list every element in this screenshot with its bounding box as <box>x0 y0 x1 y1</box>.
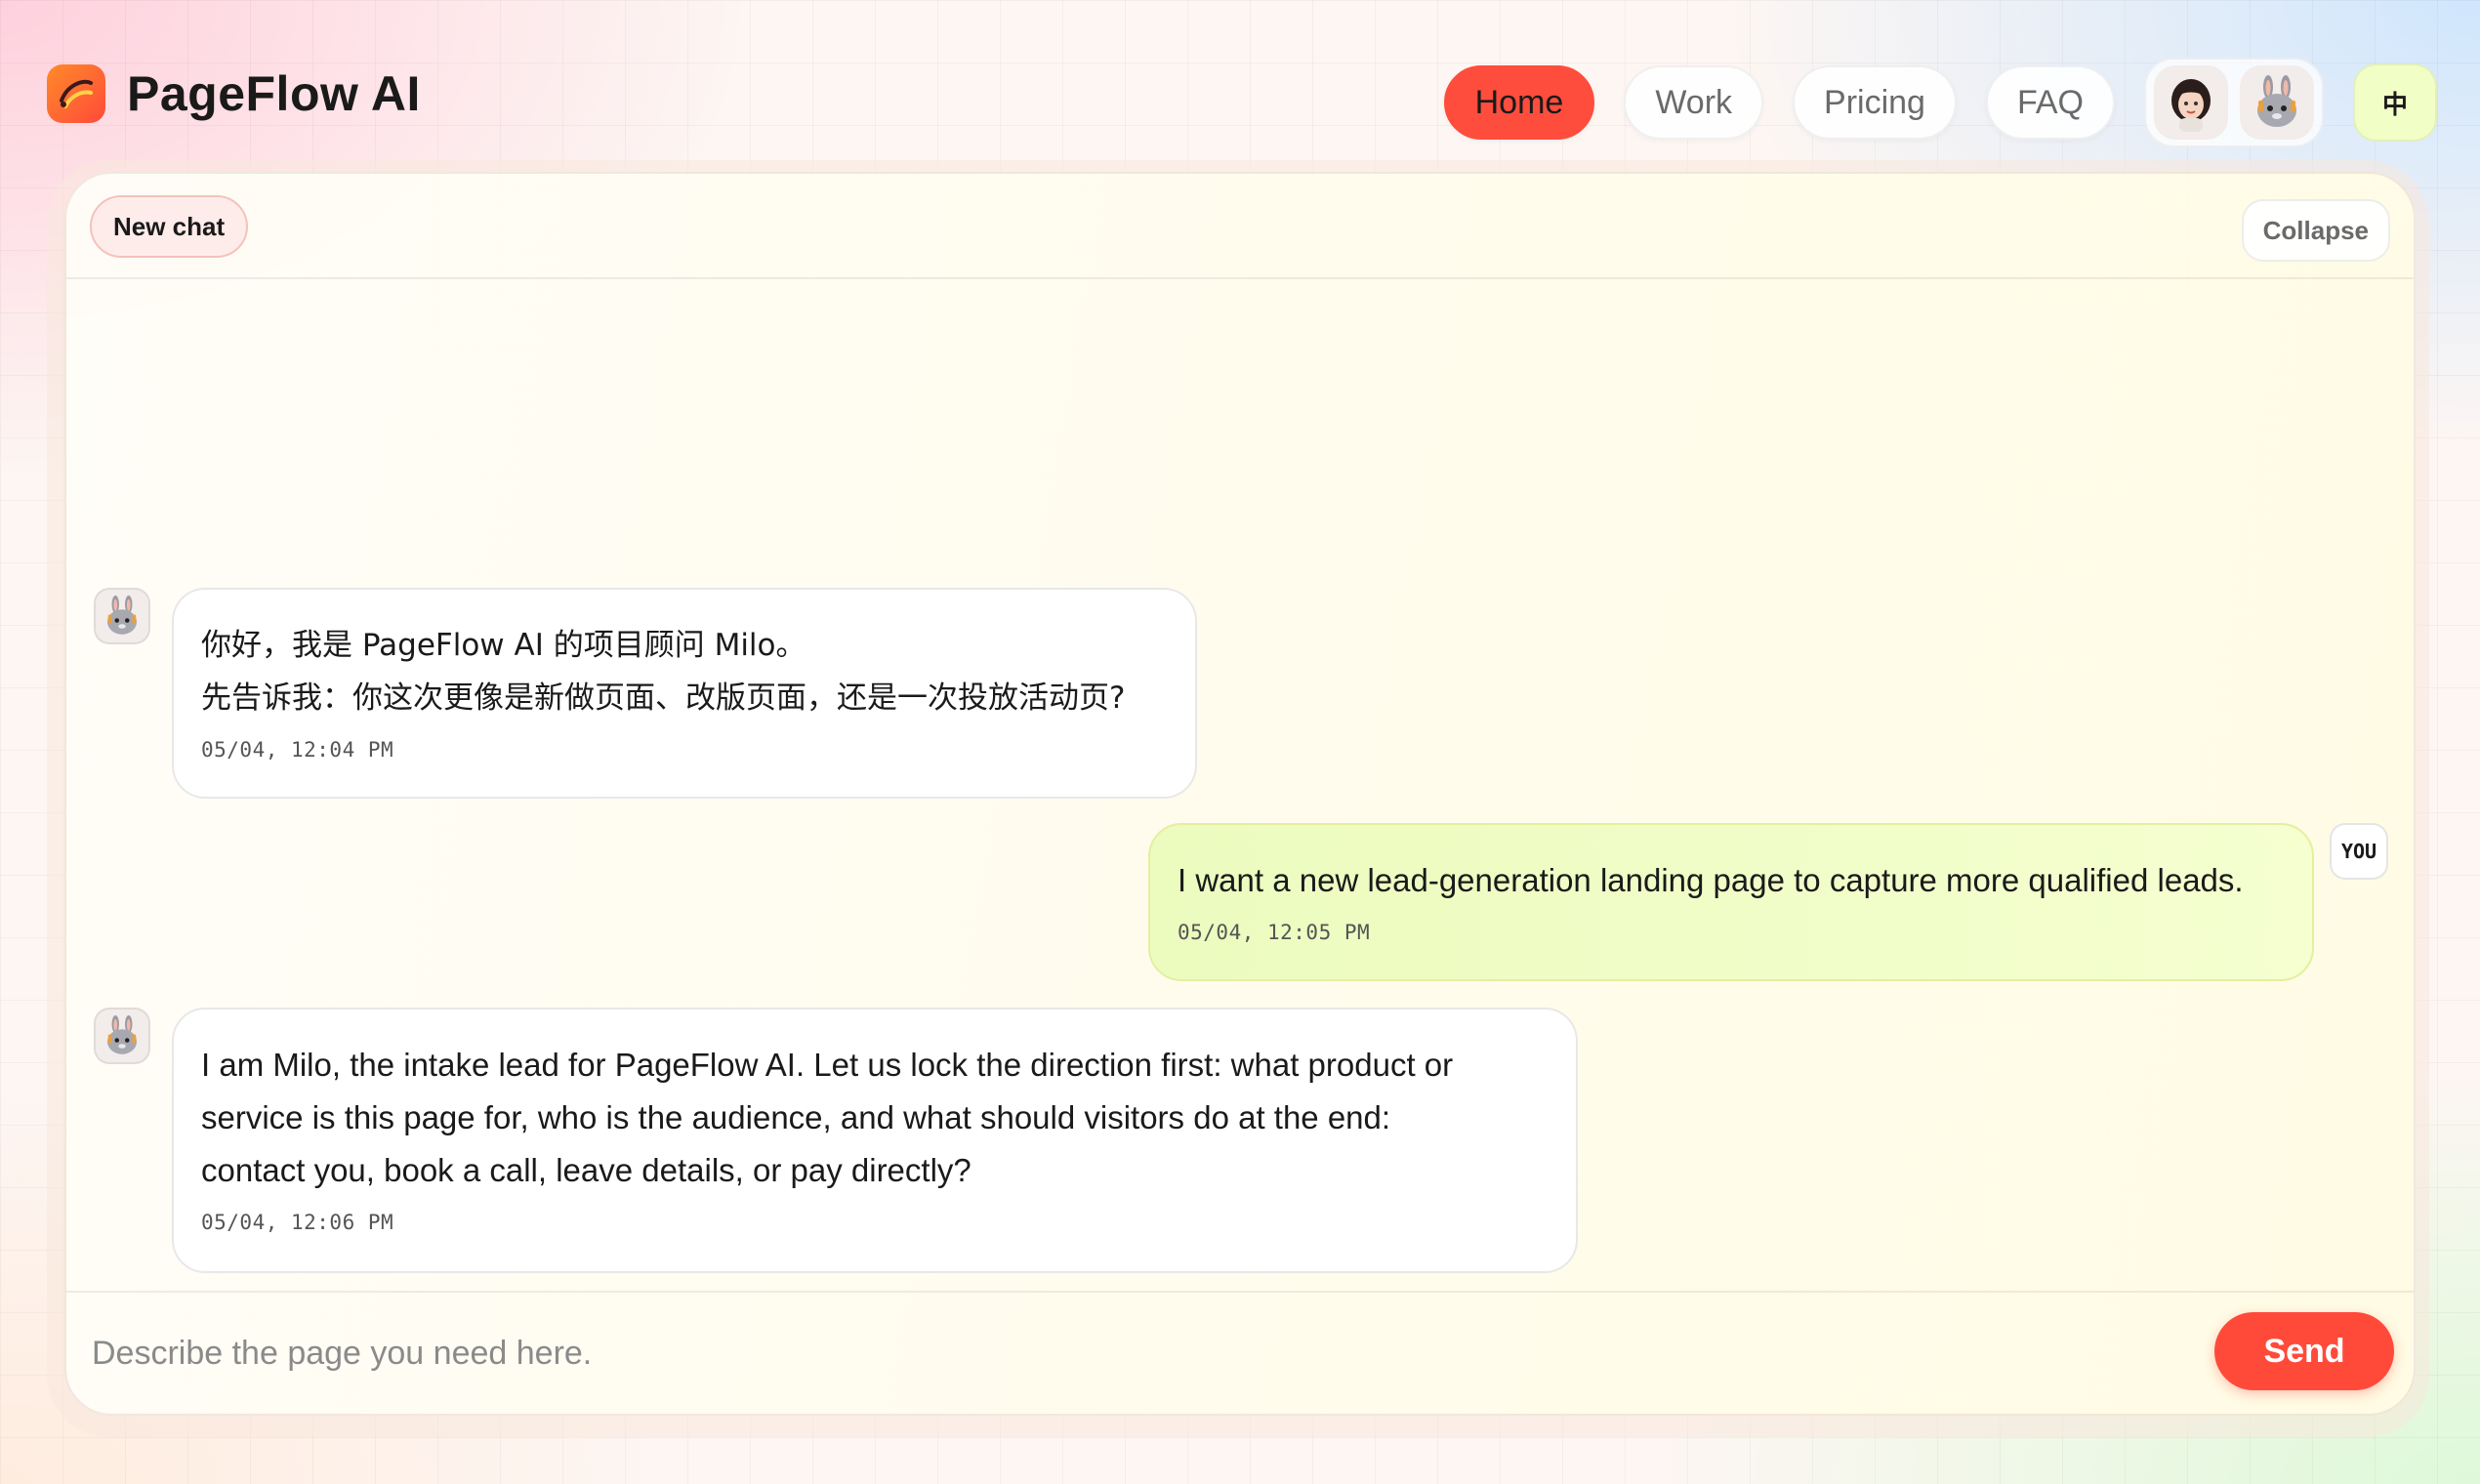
bunny-avatar-icon[interactable] <box>2240 65 2314 140</box>
nav-pricing[interactable]: Pricing <box>1793 65 1957 140</box>
team-avatars[interactable] <box>2144 58 2324 147</box>
message-text: I am Milo, the intake lead for PageFlow … <box>201 1047 1454 1188</box>
you-badge: YOU <box>2330 823 2388 880</box>
new-chat-button[interactable]: New chat <box>90 195 249 258</box>
nav-home[interactable]: Home <box>1443 65 1595 140</box>
chat-panel: New chat Collapse 你好，我是 PageFlow AI 的项目顾… <box>64 172 2416 1416</box>
chat-toolbar: New chat Collapse <box>66 174 2414 279</box>
send-button[interactable]: Send <box>2214 1312 2394 1390</box>
assistant-message: I am Milo, the intake lead for PageFlow … <box>172 1008 1578 1273</box>
message-text: 你好，我是 PageFlow AI 的项目顾问 Milo。 先告诉我：你这次更像… <box>201 628 1126 716</box>
message-timestamp: 05/04, 12:05 PM <box>1178 921 1371 944</box>
nav-work[interactable]: Work <box>1624 65 1764 140</box>
collapse-button[interactable]: Collapse <box>2241 199 2390 262</box>
nav-faq[interactable]: FAQ <box>1985 65 2115 140</box>
bunny-avatar-icon <box>94 588 150 644</box>
assistant-message: 你好，我是 PageFlow AI 的项目顾问 Milo。 先告诉我：你这次更像… <box>172 588 1197 799</box>
composer: Send <box>66 1291 2414 1414</box>
bunny-avatar-icon <box>94 1008 150 1064</box>
woman-avatar-icon[interactable] <box>2154 65 2228 140</box>
brand-name: PageFlow AI <box>127 66 421 121</box>
brand-logo[interactable]: PageFlow AI <box>47 64 421 123</box>
language-toggle[interactable]: 中 <box>2353 63 2437 142</box>
message-timestamp: 05/04, 12:04 PM <box>201 738 394 762</box>
message-timestamp: 05/04, 12:06 PM <box>201 1211 394 1234</box>
message-text: I want a new lead-generation landing pag… <box>1178 862 2244 898</box>
user-message: I want a new lead-generation landing pag… <box>1148 823 2314 981</box>
logo-swirl-icon <box>47 64 105 123</box>
message-input[interactable] <box>92 1322 2142 1384</box>
top-nav: Home Work Pricing FAQ 中 <box>1443 58 2437 147</box>
